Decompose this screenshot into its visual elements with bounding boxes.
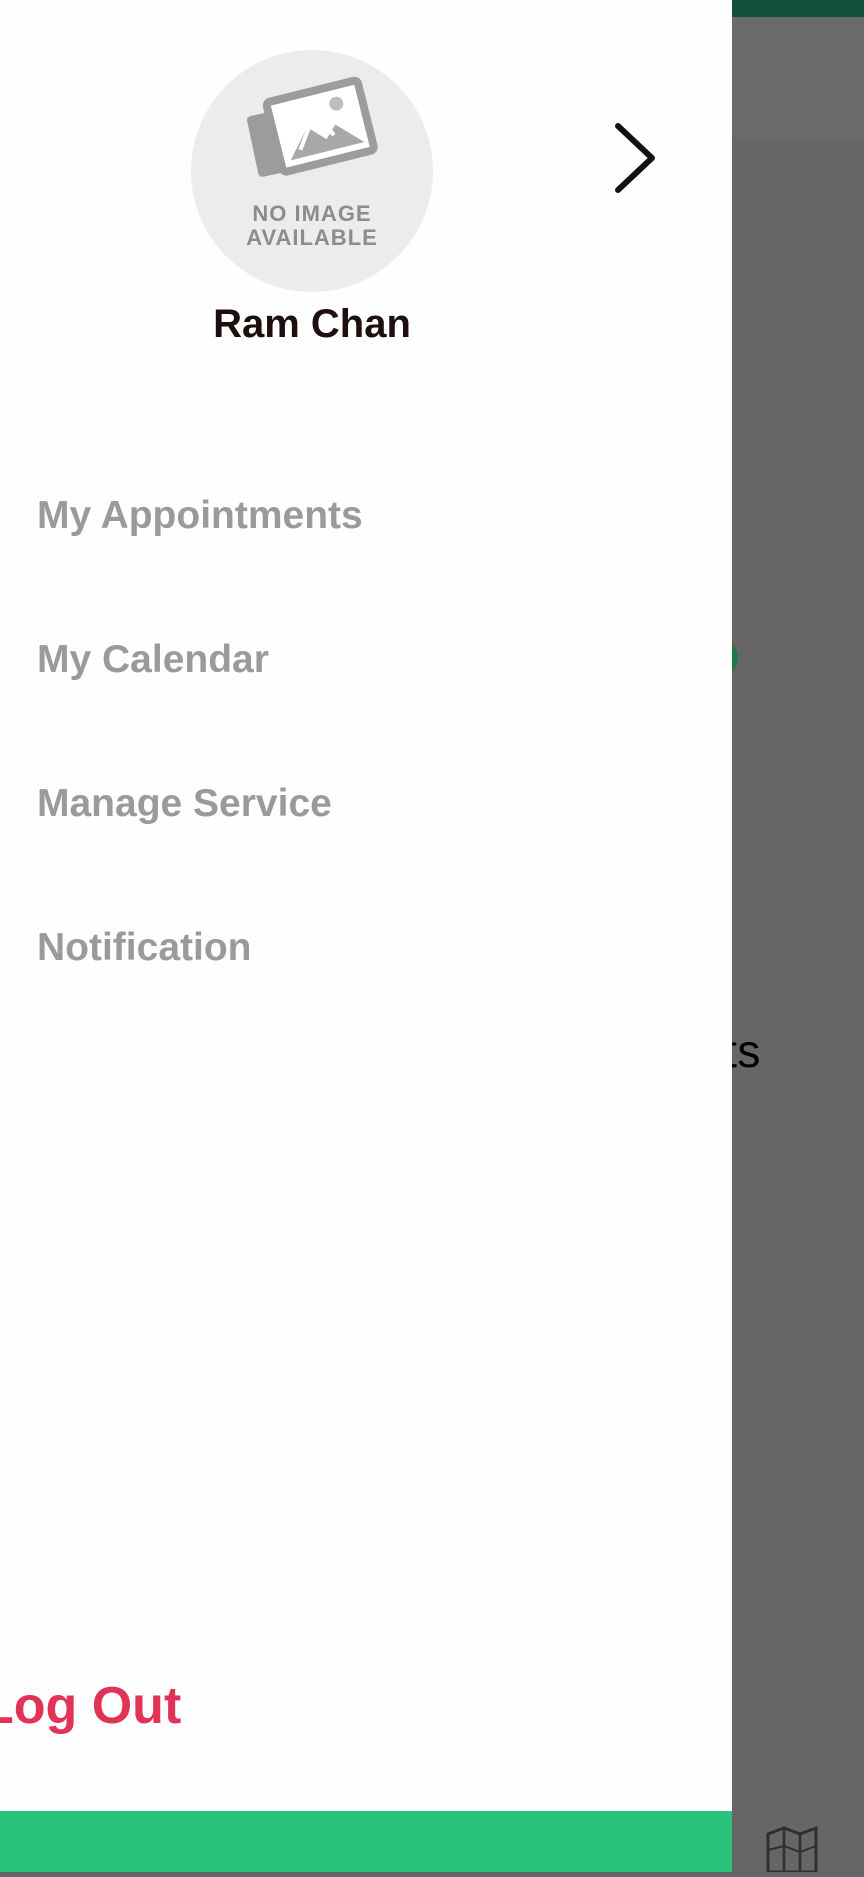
avatar[interactable]: NO IMAGE AVAILABLE [191, 50, 433, 292]
navigation-drawer: NO IMAGE AVAILABLE Ram Chan My Appointme… [0, 0, 732, 1872]
no-image-label: NO IMAGE AVAILABLE [246, 201, 378, 250]
map-icon[interactable] [762, 1820, 822, 1874]
chevron-right-icon[interactable] [610, 120, 660, 196]
menu-item-my-appointments[interactable]: My Appointments [37, 494, 363, 538]
user-name: Ram Chan [213, 302, 411, 346]
menu-item-manage-service[interactable]: Manage Service [37, 782, 332, 826]
image-placeholder-icon [247, 76, 378, 177]
menu-item-my-calendar[interactable]: My Calendar [37, 638, 269, 682]
logout-button[interactable]: Log Out [0, 1676, 181, 1736]
drawer-footer-bar [0, 1811, 732, 1872]
menu-item-notification[interactable]: Notification [37, 926, 251, 970]
